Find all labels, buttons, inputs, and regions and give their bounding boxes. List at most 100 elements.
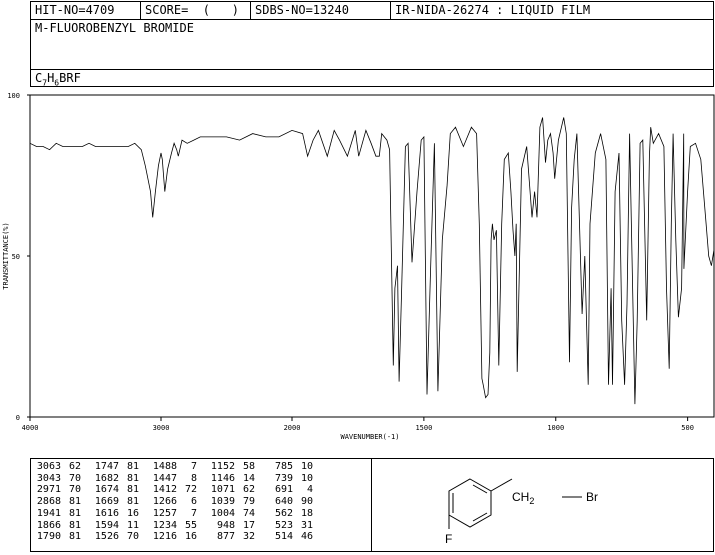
table-row: 3063 62 1747 81 1488 7 1152 58 785 10	[33, 461, 313, 473]
peak-transmittance: 81	[68, 507, 81, 519]
peak-wavenumber: 1866	[36, 519, 61, 531]
y-axis-label: TRANSMITTANCE(%)	[2, 222, 10, 289]
peak-transmittance: 10	[300, 461, 313, 472]
peak-transmittance: 70	[126, 531, 139, 543]
table-row: 3043 70 1682 81 1447 8 1146 14 739 10	[33, 473, 313, 485]
ring-ch2-bond	[490, 478, 513, 492]
peak-wavenumber: 1669	[94, 496, 119, 508]
spectrum-line	[29, 117, 715, 405]
peak-transmittance: 14	[242, 472, 255, 484]
table-row: 1866 81 1594 11 1234 55 948 17 523 31	[33, 520, 313, 532]
y-tick-label: 50	[12, 253, 20, 261]
peak-wavenumber: 523	[274, 519, 293, 531]
peak-wavenumber: 1747	[94, 461, 119, 472]
peak-transmittance: 17	[242, 519, 255, 531]
table-row: 1941 81 1616 16 1257 7 1004 74 562 18	[33, 508, 313, 520]
peak-wavenumber: 1790	[36, 531, 61, 543]
peak-wavenumber: 785	[274, 461, 293, 472]
peak-transmittance: 8	[190, 472, 197, 484]
peak-wavenumber: 1152	[210, 461, 235, 472]
peak-wavenumber: 1234	[152, 519, 177, 531]
ir-spectrum-chart: 4000 3000 2000 1500 1000 500100500 WAVENUMBER…	[2, 92, 715, 441]
table-row: 1790 81 1526 70 1216 16 877 32 514 46	[33, 531, 313, 543]
peak-transmittance: 81	[68, 496, 81, 508]
br-label: Br	[586, 490, 598, 504]
f-label: F	[445, 532, 452, 546]
y-tick-label: 0	[16, 414, 20, 422]
peak-wavenumber: 1216	[152, 531, 177, 543]
peak-wavenumber: 514	[274, 531, 293, 543]
y-tick-label: 100	[7, 92, 20, 100]
benzene-ring	[448, 478, 492, 528]
peak-wavenumber: 1682	[94, 472, 119, 484]
structure-box: CH2 Br F	[371, 458, 714, 552]
peak-wavenumber: 1146	[210, 472, 235, 484]
peak-wavenumber: 1004	[210, 507, 235, 519]
peak-wavenumber: 948	[216, 519, 235, 531]
peak-table-box: 3063 62 1747 81 1488 7 1152 58 785 10 3043 70 1682 81…	[30, 458, 372, 552]
peak-transmittance: 62	[242, 484, 255, 496]
x-tick-label: 500	[681, 424, 694, 432]
peak-transmittance: 70	[68, 472, 81, 484]
peak-wavenumber: 562	[274, 507, 293, 519]
peak-transmittance: 4	[306, 484, 313, 496]
peak-transmittance: 90	[300, 496, 313, 508]
table-row: 2868 81 1669 81 1266 6 1039 79 640 90	[33, 496, 313, 508]
peak-transmittance: 81	[126, 461, 139, 472]
peak-wavenumber: 1447	[152, 472, 177, 484]
peak-transmittance: 10	[300, 472, 313, 484]
peak-transmittance: 7	[190, 507, 197, 519]
peak-wavenumber: 1266	[152, 496, 177, 508]
peak-wavenumber: 1594	[94, 519, 119, 531]
x-tick-label: 2000	[284, 424, 301, 432]
x-tick-label: 1500	[415, 424, 432, 432]
peak-transmittance: 32	[242, 531, 255, 543]
peak-wavenumber: 2868	[36, 496, 61, 508]
peak-transmittance: 81	[68, 519, 81, 531]
ch2-label: CH2	[512, 490, 534, 506]
peak-transmittance: 16	[184, 531, 197, 543]
peak-transmittance: 62	[68, 461, 81, 472]
peak-transmittance: 81	[68, 531, 81, 543]
table-row: 2971 70 1674 81 1412 72 1071 62 691 4	[33, 484, 313, 496]
peak-transmittance: 6	[190, 496, 197, 508]
peak-wavenumber: 691	[274, 484, 293, 496]
peak-wavenumber: 1488	[152, 461, 177, 472]
peak-wavenumber: 739	[274, 472, 293, 484]
peak-wavenumber: 1071	[210, 484, 235, 496]
peak-wavenumber: 3063	[36, 461, 61, 472]
peak-transmittance: 81	[126, 496, 139, 508]
x-tick-label: 1000	[547, 424, 564, 432]
peak-transmittance: 31	[300, 519, 313, 531]
peak-wavenumber: 3043	[36, 472, 61, 484]
peak-transmittance: 55	[184, 519, 197, 531]
peak-wavenumber: 877	[216, 531, 235, 543]
peak-wavenumber: 640	[274, 496, 293, 508]
peak-transmittance: 46	[300, 531, 313, 543]
peak-transmittance: 18	[300, 507, 313, 519]
peak-transmittance: 81	[126, 484, 139, 496]
peak-wavenumber: 1674	[94, 484, 119, 496]
peak-transmittance: 79	[242, 496, 255, 508]
peak-wavenumber: 1526	[94, 531, 119, 543]
peak-transmittance: 58	[242, 461, 255, 472]
peak-transmittance: 7	[190, 461, 197, 472]
molecule-structure: CH2 Br F	[445, 478, 598, 546]
peak-wavenumber: 1616	[94, 507, 119, 519]
peak-wavenumber: 1039	[210, 496, 235, 508]
peak-transmittance: 74	[242, 507, 255, 519]
plot-frame	[29, 94, 715, 418]
peak-wavenumber: 2971	[36, 484, 61, 496]
x-axis-label: WAVENUMBER(-1)	[340, 433, 399, 441]
peak-transmittance: 70	[68, 484, 81, 496]
x-tick-label: 4000	[22, 424, 39, 432]
peak-transmittance: 16	[126, 507, 139, 519]
peak-table: 3063 62 1747 81 1488 7 1152 58 785 10 3043 70 1682 81…	[33, 461, 313, 543]
peak-wavenumber: 1941	[36, 507, 61, 519]
x-tick-label: 3000	[153, 424, 170, 432]
peak-wavenumber: 1257	[152, 507, 177, 519]
peak-transmittance: 72	[184, 484, 197, 496]
peak-transmittance: 11	[126, 519, 139, 531]
peak-transmittance: 81	[126, 472, 139, 484]
peak-wavenumber: 1412	[152, 484, 177, 496]
